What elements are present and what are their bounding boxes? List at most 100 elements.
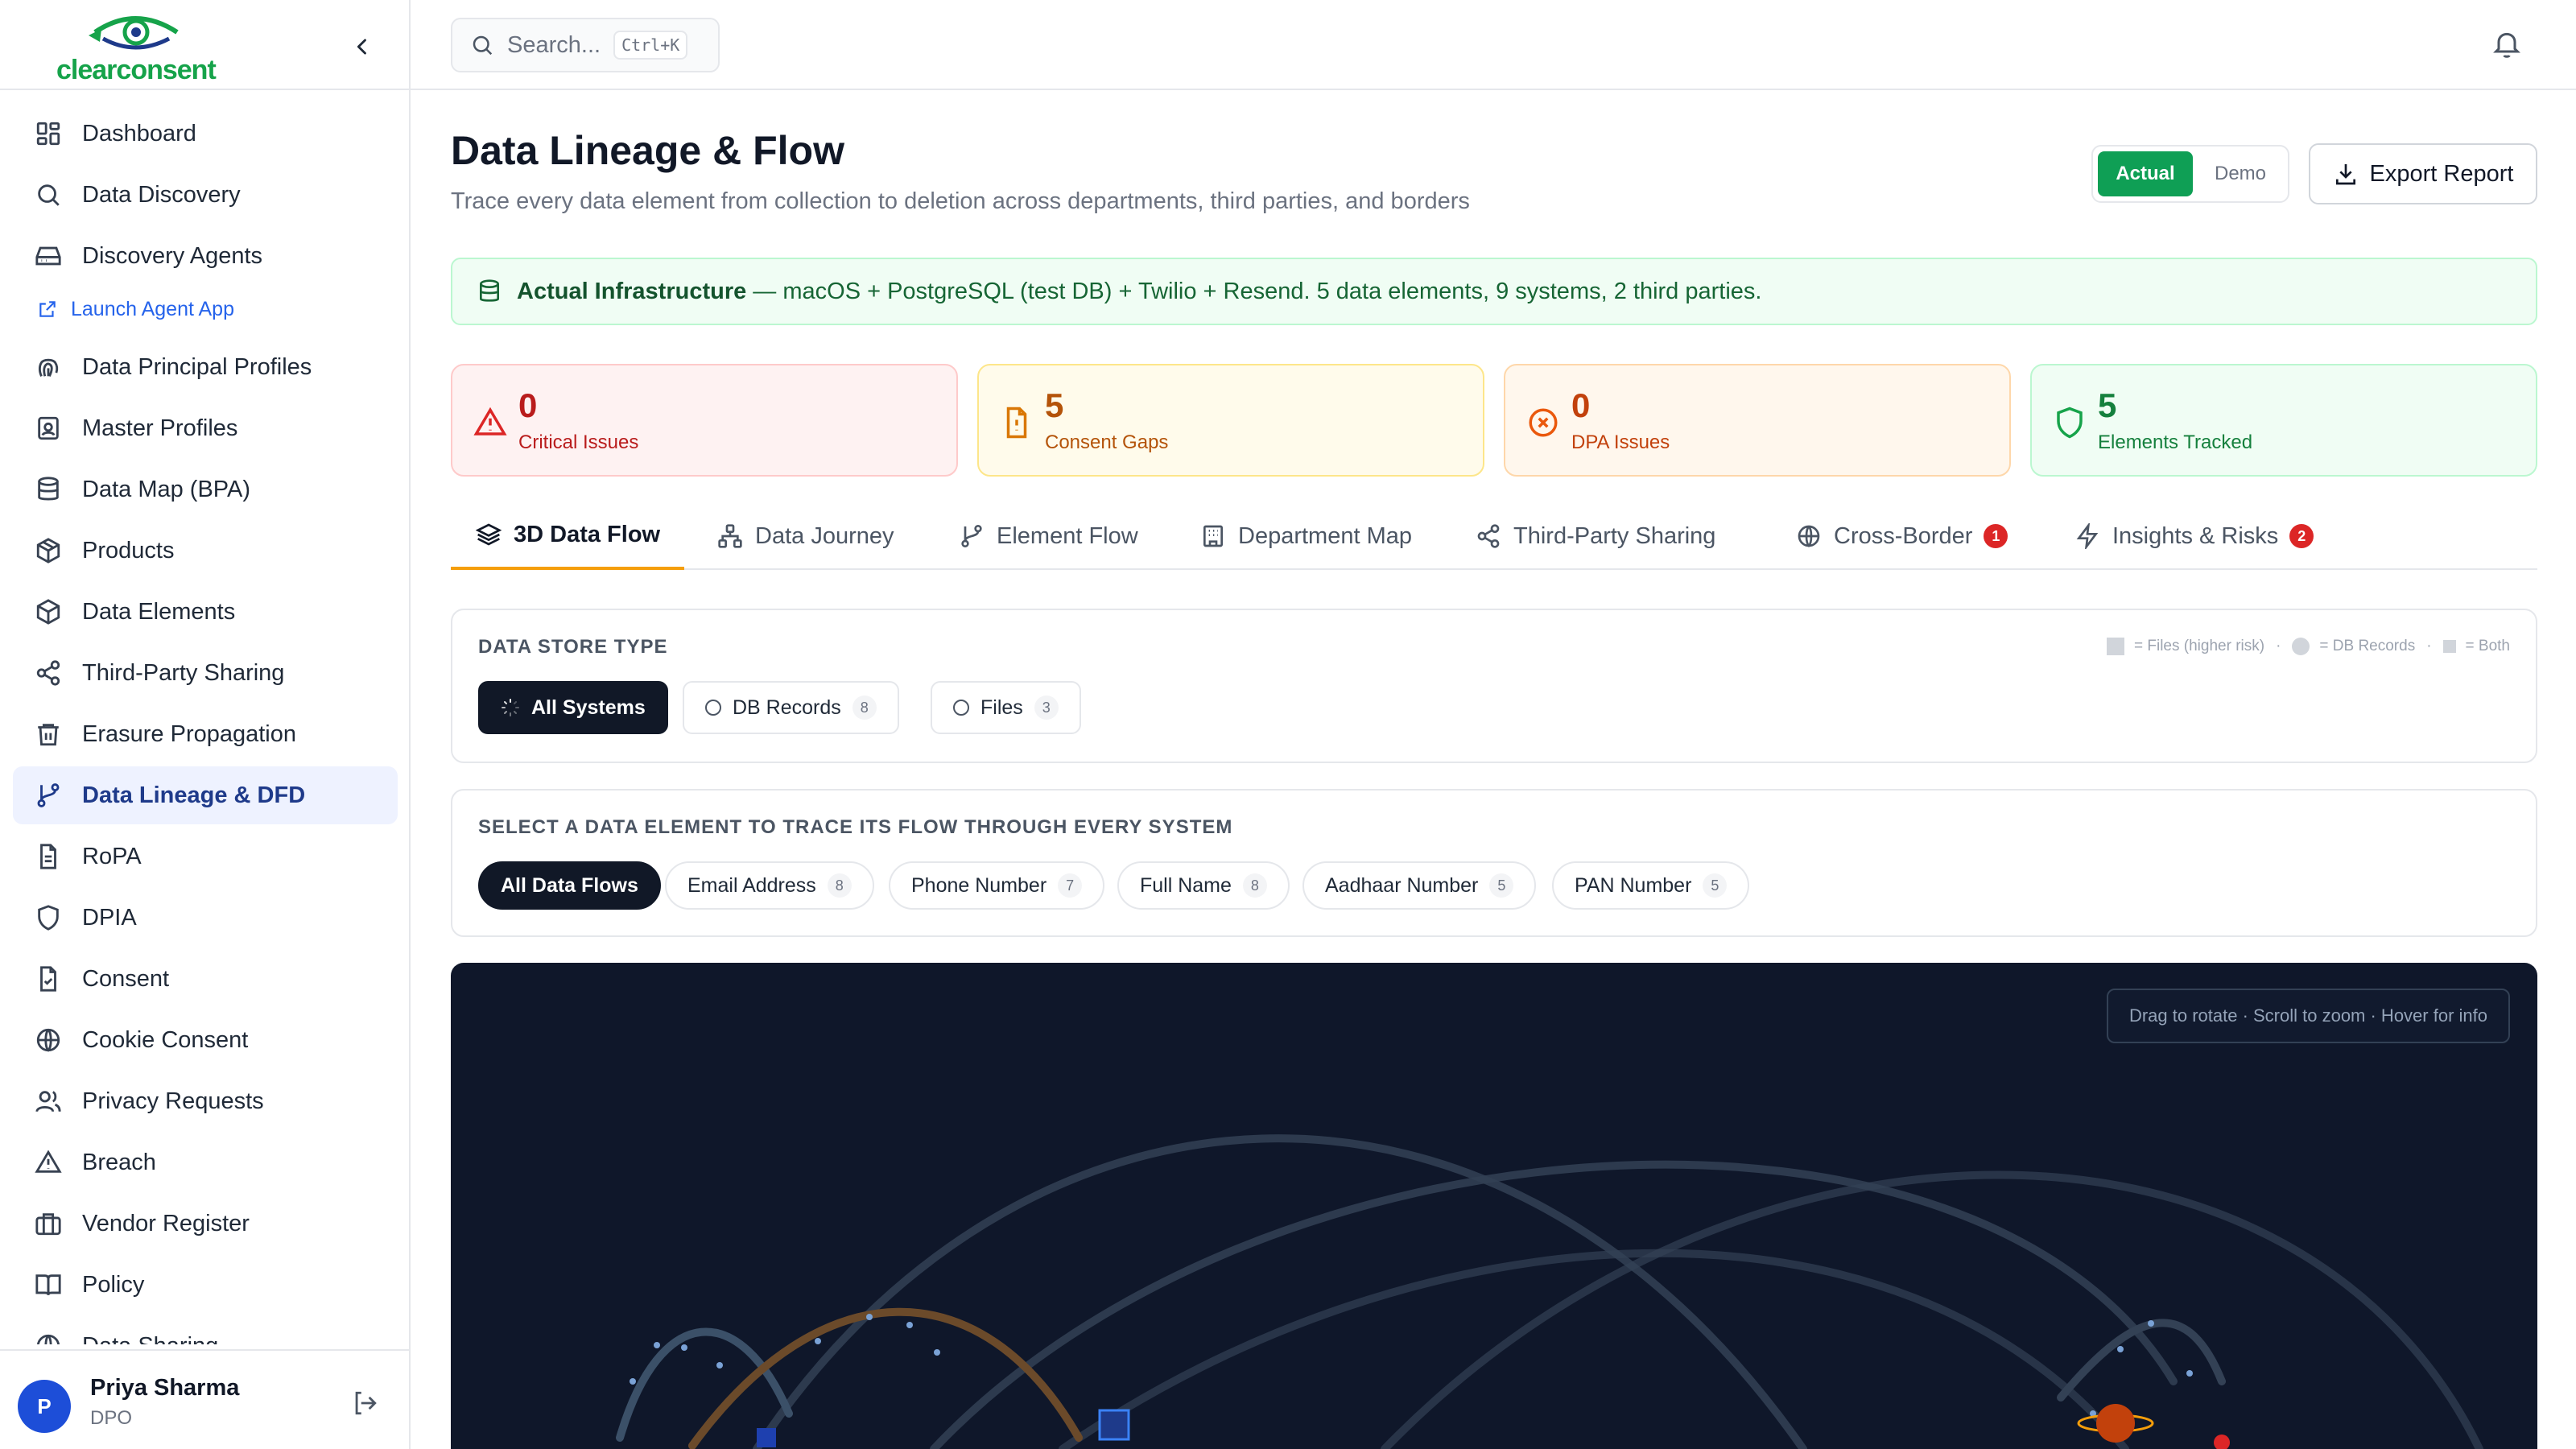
tab-third-party-sharing[interactable]: Third-Party Sharing bbox=[1451, 502, 1740, 570]
element-all-data-flows[interactable]: All Data Flows bbox=[478, 861, 661, 910]
building-icon bbox=[1199, 522, 1227, 550]
flow-particle bbox=[630, 1378, 636, 1385]
app-logo[interactable]: clearconsent bbox=[56, 8, 217, 85]
filter-count: 3 bbox=[1034, 696, 1059, 720]
globe-icon bbox=[32, 1330, 64, 1344]
sidebar-item-label: Products bbox=[82, 537, 175, 564]
sidebar-item-data-map[interactable]: Data Map (BPA) bbox=[13, 460, 398, 518]
element-email-address[interactable]: Email Address 8 bbox=[665, 861, 874, 910]
tab-insights-risks[interactable]: Insights & Risks 2 bbox=[2050, 502, 2338, 570]
flow-arc bbox=[688, 1307, 1083, 1449]
sidebar-item-policy[interactable]: Policy bbox=[13, 1256, 398, 1314]
notifications-button[interactable] bbox=[2491, 27, 2526, 63]
flow-particle bbox=[654, 1342, 660, 1348]
filter-all-systems[interactable]: All Systems bbox=[478, 681, 668, 734]
export-report-button[interactable]: Export Report bbox=[2309, 143, 2537, 204]
sidebar-item-erasure-propagation[interactable]: Erasure Propagation bbox=[13, 705, 398, 763]
flow-particle bbox=[866, 1314, 873, 1320]
sidebar-item-breach[interactable]: Breach bbox=[13, 1133, 398, 1191]
shield-icon bbox=[2057, 407, 2083, 439]
log-out-icon bbox=[355, 1391, 377, 1415]
share-icon bbox=[32, 657, 64, 689]
database-icon bbox=[480, 279, 499, 302]
alert-triangle-icon bbox=[473, 407, 507, 436]
flow-particle bbox=[815, 1338, 821, 1344]
tab-3d-data-flow[interactable]: 3D Data Flow bbox=[451, 502, 685, 570]
sidebar-nav: Dashboard Data Discovery Discovery Agent… bbox=[13, 105, 398, 1344]
layout-grid-icon bbox=[32, 118, 64, 150]
demo-mode-button[interactable]: Demo bbox=[2196, 151, 2285, 196]
hard-drive-icon bbox=[32, 240, 64, 272]
stat-card-critical-issues: 0 Critical Issues bbox=[451, 364, 958, 477]
sidebar-divider bbox=[0, 89, 409, 90]
loader-icon bbox=[502, 699, 519, 716]
element-label: Email Address bbox=[687, 873, 816, 897]
tab-label: 3D Data Flow bbox=[514, 521, 661, 547]
actual-mode-button[interactable]: Actual bbox=[2098, 151, 2193, 196]
sidebar-item-ropa[interactable]: RoPA bbox=[13, 828, 398, 886]
sidebar-item-data-principal-profiles[interactable]: Data Principal Profiles bbox=[13, 338, 398, 396]
sidebar-item-data-lineage[interactable]: Data Lineage & DFD bbox=[13, 766, 398, 824]
sidebar-item-vendor-register[interactable]: Vendor Register bbox=[13, 1195, 398, 1253]
logout-button[interactable] bbox=[351, 1389, 386, 1425]
sidebar-item-dashboard[interactable]: Dashboard bbox=[13, 105, 398, 163]
element-full-name[interactable]: Full Name 8 bbox=[1117, 861, 1290, 910]
sidebar-item-third-party-sharing[interactable]: Third-Party Sharing bbox=[13, 644, 398, 702]
tab-label: Third-Party Sharing bbox=[1513, 522, 1716, 549]
sidebar-item-label: Cookie Consent bbox=[82, 1026, 249, 1053]
filter-db-records[interactable]: DB Records 8 bbox=[683, 681, 899, 734]
filter-label: Files bbox=[980, 696, 1023, 719]
external-link-icon bbox=[39, 301, 56, 317]
sidebar-item-products[interactable]: Products bbox=[13, 522, 398, 580]
share-icon bbox=[1475, 522, 1502, 550]
element-label: All Data Flows bbox=[501, 873, 638, 897]
legend-separator: · bbox=[2426, 638, 2432, 654]
element-phone-number[interactable]: Phone Number 7 bbox=[889, 861, 1105, 910]
element-count: 8 bbox=[827, 873, 852, 898]
tab-department-map[interactable]: Department Map bbox=[1175, 502, 1436, 570]
element-count: 5 bbox=[1489, 873, 1514, 898]
tab-cross-border[interactable]: Cross-Border 1 bbox=[1771, 502, 2032, 570]
flow-particle bbox=[934, 1349, 940, 1356]
sidebar-item-label: Consent bbox=[82, 965, 170, 992]
tab-element-flow[interactable]: Element Flow bbox=[934, 502, 1162, 570]
stat-label: DPA Issues bbox=[1571, 431, 1670, 453]
sidebar-item-discovery-agents[interactable]: Discovery Agents bbox=[13, 227, 398, 285]
file-warning-icon bbox=[1006, 407, 1027, 439]
sidebar-item-label: Master Profiles bbox=[82, 415, 238, 441]
sidebar-item-data-discovery[interactable]: Data Discovery bbox=[13, 166, 398, 224]
tab-label: Insights & Risks bbox=[2112, 522, 2279, 549]
data-flow-3d-canvas[interactable]: Drag to rotate · Scroll to zoom · Hover … bbox=[451, 963, 2537, 1449]
flow-particle bbox=[716, 1362, 723, 1368]
sidebar-item-master-profiles[interactable]: Master Profiles bbox=[13, 399, 398, 457]
sidebar-item-label: DPIA bbox=[82, 904, 137, 931]
search-input[interactable]: Search... Ctrl+K bbox=[451, 18, 720, 72]
element-label: PAN Number bbox=[1575, 873, 1692, 897]
shield-icon bbox=[32, 902, 64, 934]
element-aadhaar-number[interactable]: Aadhaar Number 5 bbox=[1302, 861, 1537, 910]
avatar[interactable]: P bbox=[18, 1380, 71, 1433]
flow-particle bbox=[681, 1344, 687, 1351]
tab-data-journey[interactable]: Data Journey bbox=[692, 502, 919, 570]
sidebar-item-dpia[interactable]: DPIA bbox=[13, 889, 398, 947]
globe-icon bbox=[1795, 522, 1823, 550]
sidebar-item-data-elements[interactable]: Data Elements bbox=[13, 583, 398, 641]
git-branch-icon bbox=[958, 522, 985, 550]
filter-count: 8 bbox=[852, 696, 877, 720]
legend-files-label: = Files (higher risk) bbox=[2134, 638, 2265, 654]
data-element-selector-title: SELECT A DATA ELEMENT TO TRACE ITS FLOW … bbox=[478, 816, 1233, 838]
file-text-icon bbox=[32, 840, 64, 873]
element-pan-number[interactable]: PAN Number 5 bbox=[1552, 861, 1750, 910]
sidebar-item-cookie-consent[interactable]: Cookie Consent bbox=[13, 1011, 398, 1069]
file-check-icon bbox=[32, 963, 64, 995]
sidebar-item-data-sharing[interactable]: Data Sharing bbox=[13, 1317, 398, 1344]
search-icon bbox=[473, 35, 493, 56]
sidebar-item-consent[interactable]: Consent bbox=[13, 950, 398, 1008]
collapse-sidebar-button[interactable] bbox=[345, 29, 380, 64]
sidebar-item-label: Third-Party Sharing bbox=[82, 659, 285, 686]
globe-icon bbox=[32, 1024, 64, 1056]
launch-agent-app-link[interactable]: Launch Agent App bbox=[37, 291, 234, 327]
sidebar-item-privacy-requests[interactable]: Privacy Requests bbox=[13, 1072, 398, 1130]
filter-files[interactable]: Files 3 bbox=[931, 681, 1081, 734]
alert-triangle-icon bbox=[32, 1146, 64, 1179]
